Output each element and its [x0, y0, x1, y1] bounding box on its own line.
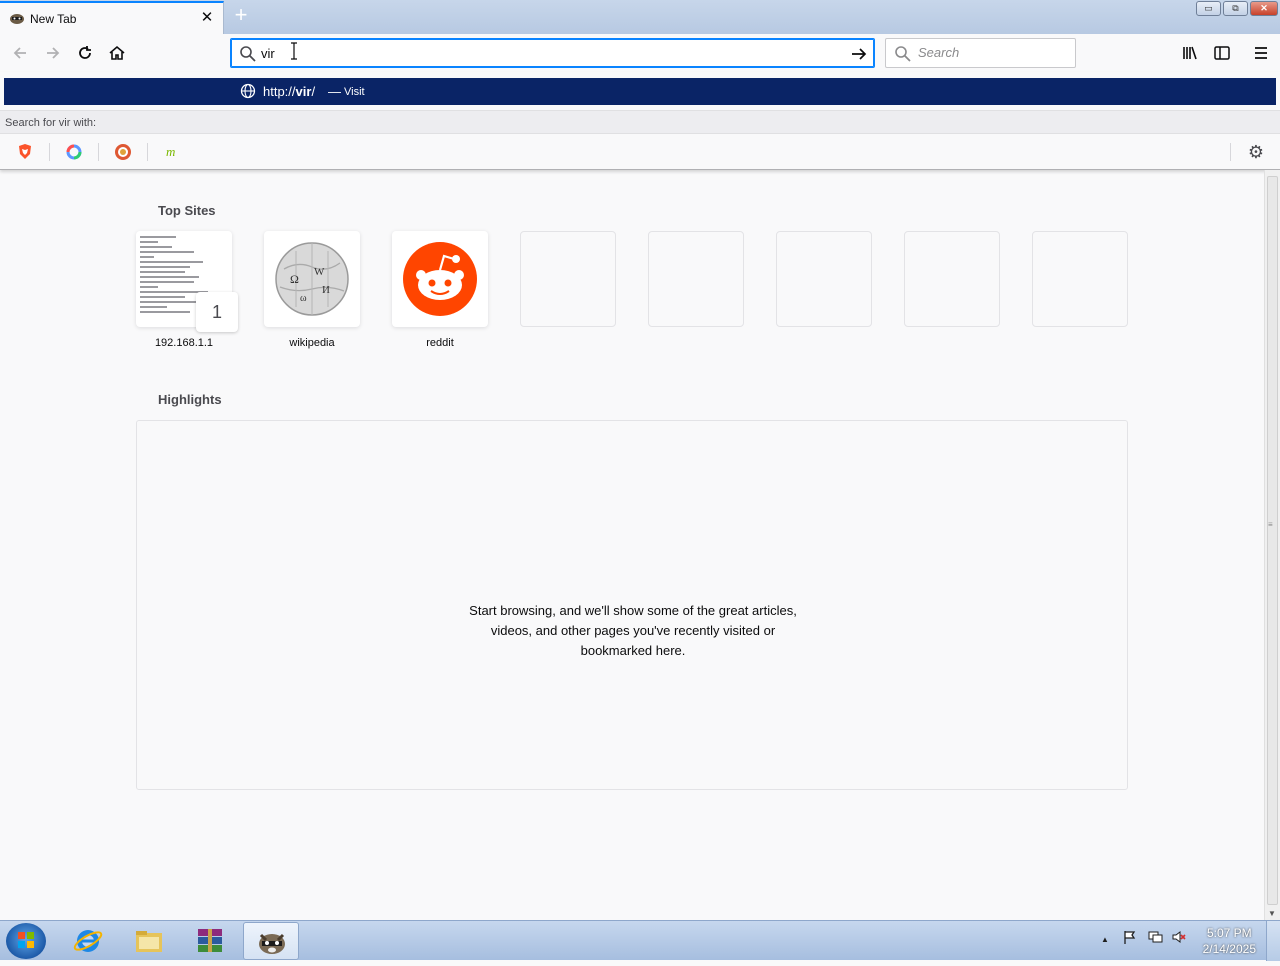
- url-bar[interactable]: [230, 38, 875, 68]
- page-scrollbar[interactable]: ≡ ▼: [1264, 170, 1280, 920]
- home-icon: [109, 45, 125, 60]
- top-site-empty-slot: [776, 231, 872, 327]
- restore-button[interactable]: ⧉: [1223, 1, 1248, 16]
- gear-icon[interactable]: ⚙: [1245, 141, 1267, 163]
- highlights-heading: Highlights: [158, 392, 222, 407]
- scroll-grip-icon: ≡: [1268, 520, 1273, 529]
- top-sites-heading: Top Sites: [158, 203, 216, 218]
- search-with-text: Search for vir with:: [5, 117, 97, 129]
- back-arrow-icon: [13, 47, 26, 59]
- engine-separator: [147, 143, 148, 161]
- svg-text:m: m: [166, 144, 175, 159]
- navigation-toolbar: [0, 34, 1280, 72]
- url-suggestions-popup: http://vir/ — Visit Search for vir with:…: [0, 72, 1280, 170]
- tray-overflow-icon[interactable]: ▲: [1101, 935, 1109, 944]
- engine-separator: [98, 143, 99, 161]
- system-clock[interactable]: 5:07 PM 2/14/2025: [1203, 925, 1256, 957]
- url-input[interactable]: [261, 44, 841, 62]
- brave-icon[interactable]: [14, 141, 36, 163]
- taskbar-file-explorer[interactable]: [121, 922, 177, 960]
- forward-arrow-icon: [47, 47, 60, 59]
- raccoon-browser-icon: [259, 933, 285, 954]
- top-site-label: 192.168.1.1: [154, 337, 214, 349]
- taskbar-internet-explorer[interactable]: [60, 922, 116, 960]
- search-input[interactable]: [918, 45, 1068, 60]
- search-icon: [240, 46, 256, 62]
- highlights-empty-message: Start browsing, and we'll show some of t…: [469, 603, 797, 658]
- highlights-empty-state: Start browsing, and we'll show some of t…: [136, 420, 1128, 790]
- top-site-tile-router[interactable]: 1: [136, 231, 238, 332]
- reddit-logo-icon: [403, 242, 477, 316]
- windows-taskbar: ▲ 5:07 PM 2/14/2025: [0, 920, 1280, 961]
- duckduckgo-icon[interactable]: [112, 141, 134, 163]
- clock-time: 5:07 PM: [1206, 926, 1252, 940]
- menu-button[interactable]: [1249, 42, 1273, 64]
- back-button[interactable]: [8, 42, 32, 64]
- action-center-flag-icon[interactable]: [1122, 929, 1138, 945]
- tab-close-icon[interactable]: ✕: [199, 10, 215, 26]
- qwant-icon[interactable]: [63, 141, 85, 163]
- engine-separator: [1230, 143, 1231, 161]
- tab-new-tab[interactable]: New Tab ✕: [0, 1, 224, 34]
- show-desktop-button[interactable]: [1266, 921, 1280, 961]
- text-cursor-icon: [291, 42, 297, 60]
- top-site-empty-slot: [1032, 231, 1128, 327]
- wikipedia-globe-icon: Ω W И ω: [275, 242, 349, 316]
- url-suggestion-row[interactable]: http://vir/ — Visit: [4, 78, 1276, 105]
- engine-separator: [49, 143, 50, 161]
- start-button[interactable]: [6, 923, 46, 959]
- home-button[interactable]: [105, 42, 129, 64]
- search-with-header: Search for vir with:: [0, 110, 1280, 134]
- volume-muted-icon[interactable]: [1171, 929, 1187, 945]
- top-site-tile-reddit[interactable]: [392, 231, 488, 327]
- suggestion-action: Visit: [344, 86, 365, 98]
- globe-icon: [240, 83, 256, 99]
- reload-icon: [79, 46, 91, 59]
- tab-title: New Tab: [30, 12, 77, 26]
- close-window-button[interactable]: ✕: [1250, 1, 1278, 16]
- network-icon[interactable]: [1147, 929, 1163, 945]
- library-button[interactable]: [1178, 42, 1202, 64]
- top-site-label: reddit: [426, 337, 454, 349]
- taskbar-browser[interactable]: [243, 922, 299, 960]
- search-bar[interactable]: [885, 38, 1076, 68]
- top-site-empty-slot: [520, 231, 616, 327]
- clock-date: 2/14/2025: [1202, 942, 1256, 956]
- svg-text:И: И: [322, 284, 330, 296]
- mojeek-icon[interactable]: m: [161, 141, 183, 163]
- reload-button[interactable]: [73, 42, 97, 64]
- scrollbar-thumb[interactable]: [1267, 176, 1278, 905]
- sidebar-icon: [1214, 46, 1230, 60]
- library-icon: [1183, 46, 1197, 60]
- go-arrow-icon[interactable]: [850, 45, 868, 63]
- pin-number-badge: 1: [196, 292, 238, 332]
- windows-logo-icon: [18, 932, 34, 948]
- one-off-search-engines: m ⚙: [0, 135, 1280, 169]
- top-site-empty-slot: [904, 231, 1000, 327]
- taskbar-winrar[interactable]: [182, 922, 238, 960]
- winrar-icon: [198, 929, 222, 952]
- raccoon-favicon-icon: [10, 14, 24, 24]
- top-site-label: wikipedia: [289, 337, 335, 349]
- sidebar-toggle-button[interactable]: [1210, 42, 1234, 64]
- forward-button[interactable]: [41, 42, 65, 64]
- svg-text:ω: ω: [300, 293, 307, 304]
- minimize-button[interactable]: ▭: [1196, 1, 1221, 16]
- top-site-empty-slot: [648, 231, 744, 327]
- suggestion-separator: —: [328, 84, 341, 99]
- hamburger-menu-icon: [1255, 47, 1267, 59]
- folder-icon: [136, 931, 162, 952]
- tab-strip: New Tab ✕ + ▭ ⧉ ✕: [0, 0, 1280, 34]
- internet-explorer-icon: [73, 930, 103, 952]
- top-site-tile-wikipedia[interactable]: Ω W И ω: [264, 231, 360, 327]
- search-bar-magnifier-icon: [895, 46, 911, 62]
- svg-text:W: W: [314, 266, 325, 278]
- svg-text:Ω: Ω: [290, 272, 299, 286]
- scroll-down-arrow-icon[interactable]: ▼: [1268, 909, 1276, 918]
- suggestion-url: http://vir/: [263, 84, 316, 99]
- new-tab-button[interactable]: +: [231, 4, 251, 26]
